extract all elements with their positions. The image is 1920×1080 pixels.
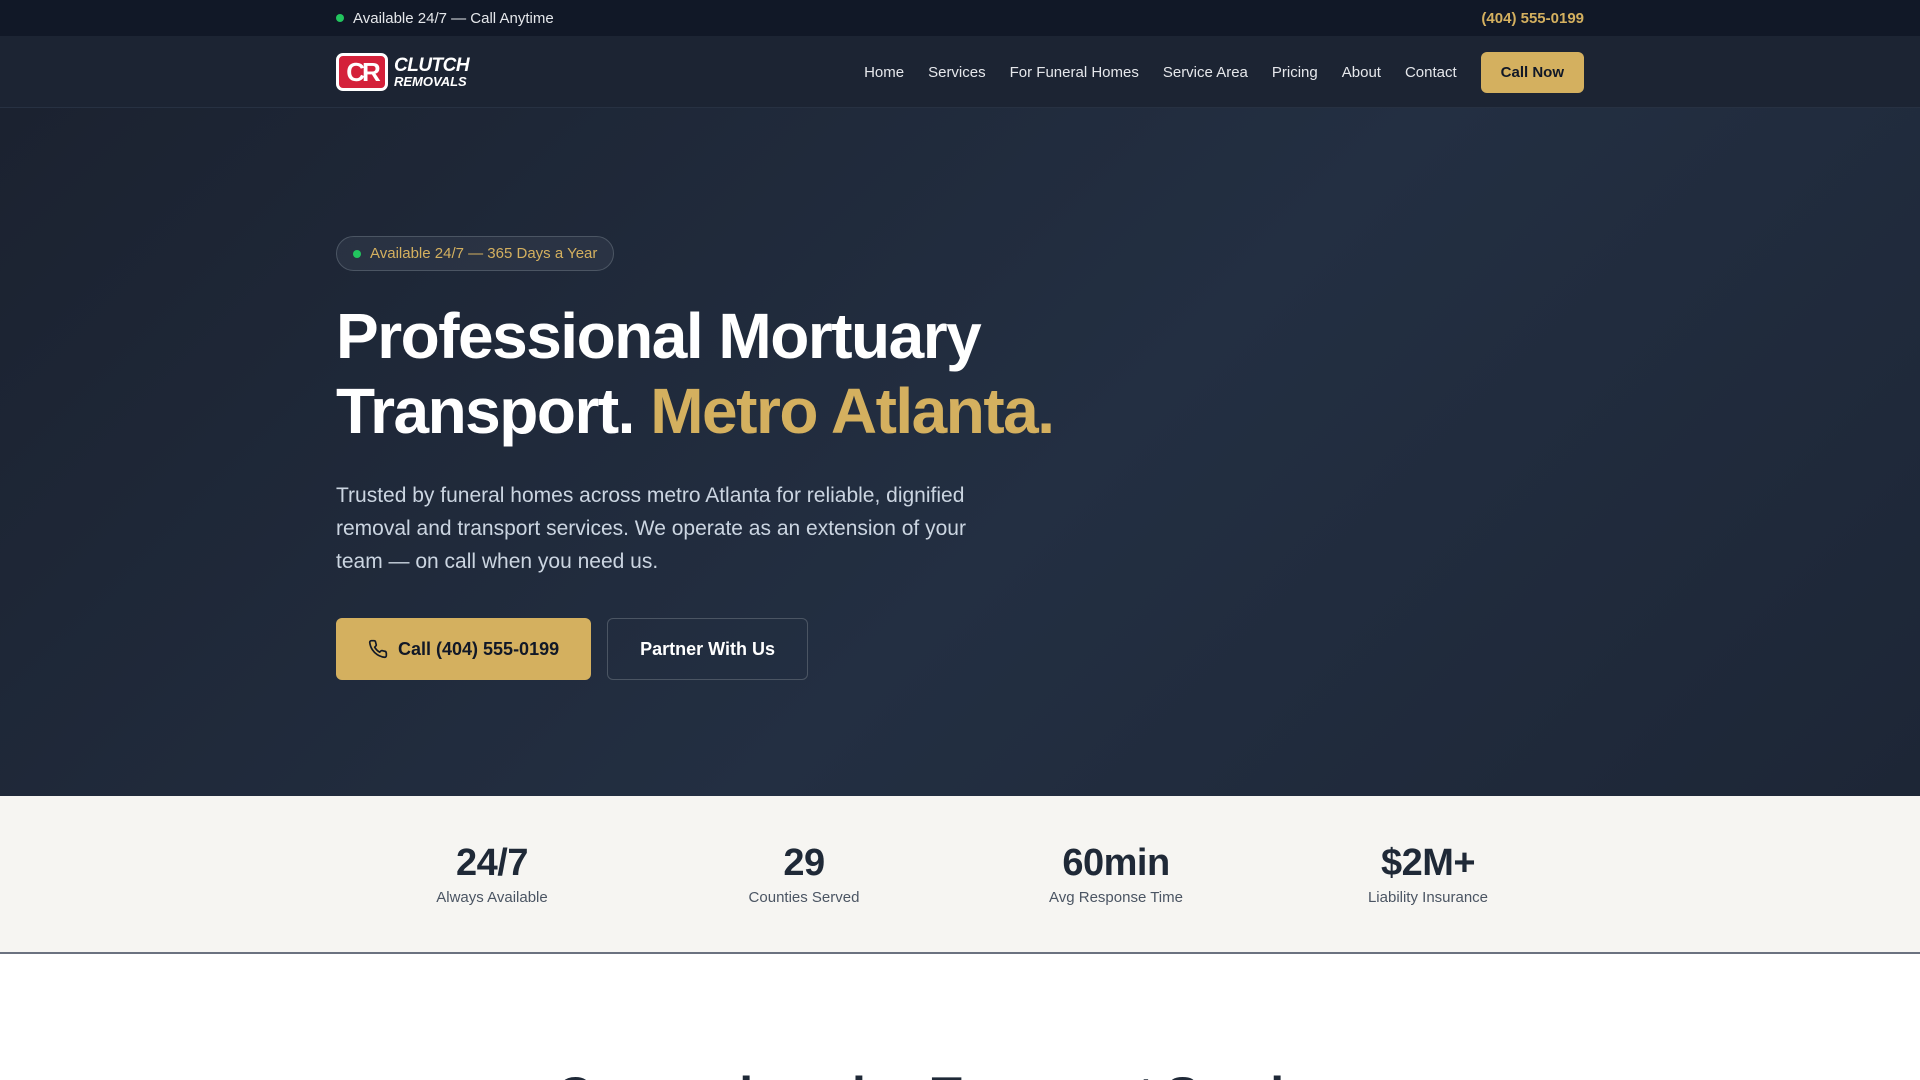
hero-title-accent: Metro Atlanta. bbox=[650, 375, 1055, 447]
logo-mark-icon: CR bbox=[336, 53, 388, 91]
stat-item: $2M+ Liability Insurance bbox=[1272, 796, 1584, 954]
topbar-phone-link[interactable]: (404) 555-0199 bbox=[1481, 10, 1584, 27]
top-bar: Available 24/7 — Call Anytime (404) 555-… bbox=[0, 0, 1920, 36]
stat-value: $2M+ bbox=[1380, 842, 1476, 884]
stat-value: 29 bbox=[783, 842, 825, 884]
call-now-button[interactable]: Call Now bbox=[1480, 51, 1584, 93]
hero-title-line-1: Professional Mortuary bbox=[336, 300, 982, 372]
stat-item: 24/7 Always Available bbox=[336, 796, 648, 954]
call-phone-button[interactable]: Call (404) 555-0199 bbox=[336, 618, 592, 680]
phone-icon bbox=[368, 639, 388, 659]
nav-item-for-funeral-homes[interactable]: For Funeral Homes bbox=[1010, 64, 1139, 81]
logo-wordmark: CLUTCH REMOVALS bbox=[394, 55, 470, 89]
availability-badge: Available 24/7 — 365 Days a Year bbox=[336, 236, 615, 271]
logo-line-1: CLUTCH bbox=[394, 55, 470, 76]
services-section: Comprehensive Transport Services bbox=[0, 954, 1920, 1080]
nav-menu: Home Services For Funeral Homes Service … bbox=[864, 51, 1584, 93]
nav-item-pricing[interactable]: Pricing bbox=[1272, 64, 1318, 81]
call-phone-label: Call (404) 555-0199 bbox=[398, 638, 560, 659]
partner-with-us-button[interactable]: Partner With Us bbox=[607, 618, 808, 680]
hero-cta-row: Call (404) 555-0199 Partner With Us bbox=[336, 618, 1584, 680]
hero-title-line-2: Transport. bbox=[336, 375, 635, 447]
hero-subtitle: Trusted by funeral homes across metro At… bbox=[336, 484, 966, 573]
stat-value: 24/7 bbox=[456, 842, 528, 884]
nav-item-about[interactable]: About bbox=[1342, 64, 1381, 81]
nav-item-services[interactable]: Services bbox=[928, 64, 986, 81]
logo-line-2: REMOVALS bbox=[394, 74, 467, 89]
availability-notice: Available 24/7 — Call Anytime bbox=[336, 10, 554, 27]
availability-text: Available 24/7 — Call Anytime bbox=[353, 9, 554, 27]
nav-item-service-area[interactable]: Service Area bbox=[1163, 64, 1248, 81]
stat-label: Counties Served bbox=[748, 889, 860, 906]
nav-item-home[interactable]: Home bbox=[864, 64, 904, 81]
stat-value: 60min bbox=[1062, 842, 1170, 884]
stat-item: 29 Counties Served bbox=[648, 796, 960, 954]
logo[interactable]: CR CLUTCH REMOVALS bbox=[336, 53, 470, 91]
status-dot-icon bbox=[336, 14, 344, 22]
main-nav: CR CLUTCH REMOVALS Home Services For Fun… bbox=[0, 36, 1920, 108]
status-dot-icon bbox=[353, 249, 361, 258]
stat-label: Liability Insurance bbox=[1367, 889, 1489, 906]
nav-item-contact[interactable]: Contact bbox=[1405, 64, 1457, 81]
stat-item: 60min Avg Response Time bbox=[960, 796, 1272, 954]
hero-title: Professional Mortuary Transport. Metro A… bbox=[336, 299, 1096, 449]
badge-text: Available 24/7 — 365 Days a Year bbox=[370, 245, 598, 262]
hero-section: Available 24/7 — 365 Days a Year Profess… bbox=[0, 108, 1920, 796]
services-heading: Comprehensive Transport Services bbox=[0, 954, 1920, 1080]
stat-label: Always Available bbox=[436, 889, 548, 906]
stats-strip: 24/7 Always Available 29 Counties Served… bbox=[0, 796, 1920, 954]
stat-label: Avg Response Time bbox=[1049, 889, 1183, 906]
